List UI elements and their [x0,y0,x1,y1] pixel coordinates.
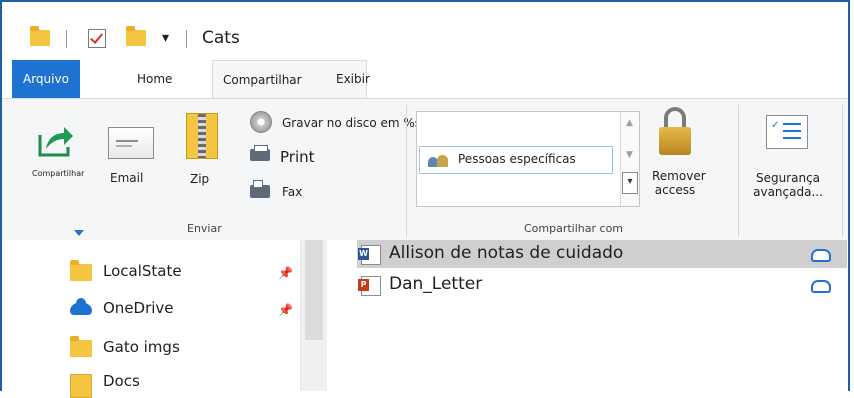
toolbar-separator [66,30,67,48]
file-name: Allison de notas de cuidado [389,243,624,263]
lock-icon[interactable] [659,107,691,155]
cloud-status-icon [811,249,831,262]
gallery-scroll-down-icon[interactable]: ▼ [623,148,636,163]
tab-view[interactable]: Exibir [326,60,380,98]
nav-scrollbar-thumb[interactable] [305,240,323,340]
file-name: Dan_Letter [389,274,483,294]
tab-home[interactable]: Home [127,60,182,98]
new-folder-icon[interactable] [126,26,146,46]
file-row-dan-letter[interactable]: Dan_Letter [357,271,847,299]
word-document-icon [358,245,381,265]
advanced-security-icon[interactable]: ✓ [766,115,808,149]
group-separator [406,105,407,237]
specific-people-item[interactable]: Pessoas específicas [419,146,613,174]
share-icon[interactable] [38,121,74,157]
group-separator [842,105,843,237]
group-separator [738,105,739,237]
advanced-security-line2: avançada... [753,185,823,199]
share-with-group-label: Compartilhar com [524,222,624,235]
tab-file[interactable]: Arquivo [12,60,80,98]
remove-access-label[interactable]: Remover access [652,169,706,197]
nav-scrollbar[interactable] [300,240,327,391]
toolbar-separator [186,30,187,48]
gallery-scroll-up-icon[interactable]: ▲ [623,116,636,131]
cloud-status-icon [811,280,831,293]
properties-check-icon[interactable] [88,29,106,48]
send-group-label: Enviar [187,222,222,235]
nav-item-label: OneDrive [103,299,174,317]
gallery-scrollbar[interactable]: ▲ ▼ ▾ [620,112,639,206]
advanced-security-label[interactable]: Segurança avançada... [746,171,830,199]
window-title: Cats [202,28,240,48]
fax-icon[interactable] [250,180,270,198]
navigation-pane: LocalState 📌 OneDrive 📌 Gato imgs Docs [2,240,300,398]
documents-folder-icon [70,374,92,398]
specific-people-label: Pessoas específicas [458,152,576,166]
pin-icon[interactable]: 📌 [278,266,293,280]
ribbon-share: Compartilhar Email Zip Gravar no disco e… [2,98,848,242]
remove-access-line2: access [654,183,696,197]
ribbon-tabs: Arquivo Home Compartilhar Exibir [2,60,848,98]
email-label[interactable]: Email [110,171,143,185]
folder-icon[interactable] [30,26,50,46]
expand-chevron-icon[interactable] [74,230,84,236]
burn-to-disc-label[interactable]: Gravar no disco em %s [282,116,421,130]
advanced-security-line1: Segurança [755,171,821,185]
email-icon[interactable] [108,127,154,159]
onedrive-cloud-icon [70,298,92,315]
gallery-more-icon[interactable]: ▾ [622,172,638,194]
print-label[interactable]: Print [280,148,315,166]
zip-icon[interactable] [186,113,218,159]
printer-icon[interactable] [250,145,270,161]
nav-item-label: Docs [103,372,140,390]
file-row-allison[interactable]: Allison de notas de cuidado [357,240,847,268]
powerpoint-document-icon [358,276,381,296]
nav-item-label: Gato imgs [103,338,180,356]
share-label[interactable]: Compartilhar [32,169,84,178]
file-list: Allison de notas de cuidado Dan_Letter [327,240,848,391]
title-bar: ▾ Cats [2,2,848,58]
burn-disc-icon[interactable] [250,111,272,133]
remove-access-line1: Remover [652,169,706,183]
customize-toolbar-dropdown-icon[interactable]: ▾ [162,30,169,46]
pin-icon[interactable]: 📌 [278,303,293,317]
share-with-gallery[interactable]: Pessoas específicas ▲ ▼ ▾ [416,111,640,207]
people-icon [428,153,448,167]
folder-icon [70,336,92,357]
folder-icon [70,260,92,281]
nav-item-label: LocalState [103,262,182,280]
fax-label[interactable]: Fax [282,185,302,199]
zip-label[interactable]: Zip [190,172,209,186]
